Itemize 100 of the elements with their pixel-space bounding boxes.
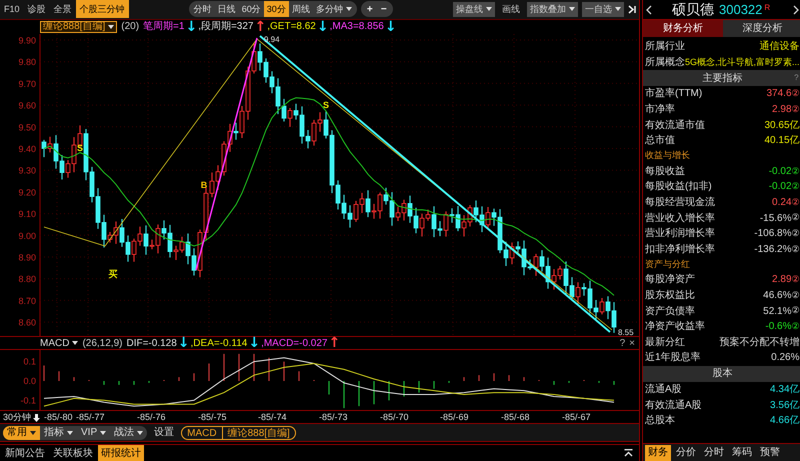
chart-tool-button[interactable]: 画线 xyxy=(498,2,523,17)
news-tab[interactable]: 新闻公告 xyxy=(2,445,48,461)
news-tab[interactable]: 研报统计 xyxy=(98,445,144,461)
indicator-chip[interactable]: 缠论888[自编] xyxy=(222,426,295,439)
help-button[interactable]: ? xyxy=(620,336,626,351)
period-tab[interactable]: 周线 xyxy=(288,1,313,18)
price-axis-label: 9.00 xyxy=(18,230,36,241)
indicator-params: (20) xyxy=(121,20,140,34)
menu-button[interactable]: 指标 xyxy=(40,426,77,440)
price-axis-label: 9.80 xyxy=(18,57,36,68)
metric-label: 每股经营现金流 xyxy=(645,196,715,210)
next-icon[interactable] xyxy=(793,4,799,14)
caret-icon xyxy=(72,341,78,346)
view-tab[interactable]: 全景 xyxy=(50,0,76,18)
price-axis-label: 9.50 xyxy=(18,122,36,132)
panel-bottom-tab[interactable]: 分时 xyxy=(701,444,727,460)
price-axis-label: 9.60 xyxy=(18,100,36,111)
view-tab[interactable]: 个股三分钟 xyxy=(76,0,129,18)
stock-code: 300322 xyxy=(719,0,762,19)
period-tab[interactable]: 日线 xyxy=(214,1,239,18)
metric-label: 总市值 xyxy=(645,134,675,148)
time-axis-label: -85/-77 xyxy=(76,411,105,424)
help-icon[interactable]: ? xyxy=(794,72,799,84)
metric-label: 有效流通A股 xyxy=(645,398,702,413)
metric-label: 每股收益(扣非) xyxy=(645,180,712,194)
signal-marker: 买 xyxy=(108,268,118,279)
caret-icon xyxy=(30,430,36,435)
chart-tool-button[interactable]: 指数叠加 xyxy=(526,2,578,17)
news-tab[interactable]: 关联板块 xyxy=(50,445,96,461)
caret-icon xyxy=(137,430,144,435)
time-axis-label: -85/-70 xyxy=(380,411,409,424)
zoom-in-button[interactable]: + xyxy=(364,2,375,17)
signal-marker: S xyxy=(323,100,329,110)
close-button[interactable]: × xyxy=(629,336,635,351)
price-axis-label: 9.30 xyxy=(18,166,36,176)
chart-tool-button[interactable]: 一自选 xyxy=(582,2,624,17)
metric-label: 每股净资产 xyxy=(645,272,695,288)
metric-value: 46.6% xyxy=(763,289,792,304)
period-dropdown[interactable]: 30分钟 xyxy=(3,411,40,425)
panel-tab[interactable]: 深度分析 xyxy=(722,20,800,37)
trend-arrow: ↓ xyxy=(184,20,198,34)
macd-axis-label: -0.1 xyxy=(20,396,36,406)
caret-icon xyxy=(108,24,114,29)
period-tab[interactable]: 分时 xyxy=(190,1,215,18)
metric-label: 净资产收益率 xyxy=(645,320,705,334)
macd-axis-label: 0.0 xyxy=(23,376,36,386)
time-axis-label: -85/-76 xyxy=(137,411,166,424)
price-axis-label: 9.70 xyxy=(18,78,36,89)
zoom-out-button[interactable]: − xyxy=(378,2,389,17)
time-axis-label: -85/-67 xyxy=(562,411,591,424)
group-title: 收益与增长 xyxy=(645,149,690,162)
metric-value: 4.66亿 xyxy=(770,414,800,428)
menu-button[interactable]: 战法 xyxy=(110,426,148,440)
trend-arrow: ↓ xyxy=(316,20,330,34)
note-mark: ② xyxy=(792,180,800,194)
menu-button[interactable]: 常用 xyxy=(3,426,40,440)
note-mark: ② xyxy=(792,288,800,302)
trend-arrow: ↑ xyxy=(254,20,268,34)
price-axis-label: 8.70 xyxy=(18,296,36,306)
panel-bottom-tab[interactable]: 财务 xyxy=(645,444,671,460)
metric-value: 0.24 xyxy=(772,196,792,210)
metric-value: 52.1% xyxy=(763,304,792,319)
period-tab[interactable]: 多分钟 xyxy=(312,1,355,18)
chart-tool-button[interactable]: 操盘线 xyxy=(452,2,495,17)
indicator-value: 笔周期=1 xyxy=(143,20,184,34)
metric-label: 每股收益 xyxy=(645,164,685,179)
metric-label: 最新分红 xyxy=(645,336,685,350)
view-tab[interactable]: F10 xyxy=(0,0,24,18)
trend-arrow: ↓ xyxy=(176,336,191,350)
metric-value: -15.6% xyxy=(760,212,792,226)
previous-icon[interactable] xyxy=(646,4,652,14)
settings-button[interactable]: 设置 xyxy=(152,425,176,440)
panel-tab[interactable]: 财务分析 xyxy=(643,20,722,37)
period-tab[interactable]: 60分 xyxy=(238,1,264,18)
metric-value: 40.15亿 xyxy=(764,134,800,148)
rating-label: R xyxy=(764,2,770,14)
time-axis-label: -85/-68 xyxy=(501,411,530,424)
signal-marker: S xyxy=(77,142,83,153)
caret-icon xyxy=(100,430,106,435)
trend-arrow: ↑ xyxy=(327,336,342,350)
price-axis-label: 8.60 xyxy=(18,318,36,328)
time-axis-label: -85/-73 xyxy=(319,411,348,424)
down-arrow-icon xyxy=(33,414,40,422)
collapse-icon[interactable] xyxy=(628,4,637,14)
menu-button[interactable]: VIP xyxy=(77,426,110,440)
metric-value: 3.56亿 xyxy=(770,398,800,413)
panel-bottom-tab[interactable]: 预警 xyxy=(757,444,783,460)
metric-value: 4.34亿 xyxy=(770,382,800,397)
collapse-up-icon[interactable] xyxy=(624,449,633,457)
period-tab[interactable]: 30分 xyxy=(264,1,289,18)
metric-label: 营业收入增长率 xyxy=(645,212,715,226)
metric-label: 股东权益比 xyxy=(645,288,695,304)
panel-bottom-tab[interactable]: 分价 xyxy=(673,444,699,460)
panel-bottom-tab[interactable]: 筹码 xyxy=(729,444,755,460)
indicator-chip[interactable]: MACD xyxy=(182,426,222,439)
metric-value: -106.8% xyxy=(754,227,792,242)
macd-dropdown[interactable]: MACD xyxy=(40,336,78,351)
view-tab[interactable]: 诊股 xyxy=(24,0,50,18)
stock-name: 硕贝德 xyxy=(672,0,714,19)
metric-value: 30.65亿 xyxy=(764,118,800,133)
